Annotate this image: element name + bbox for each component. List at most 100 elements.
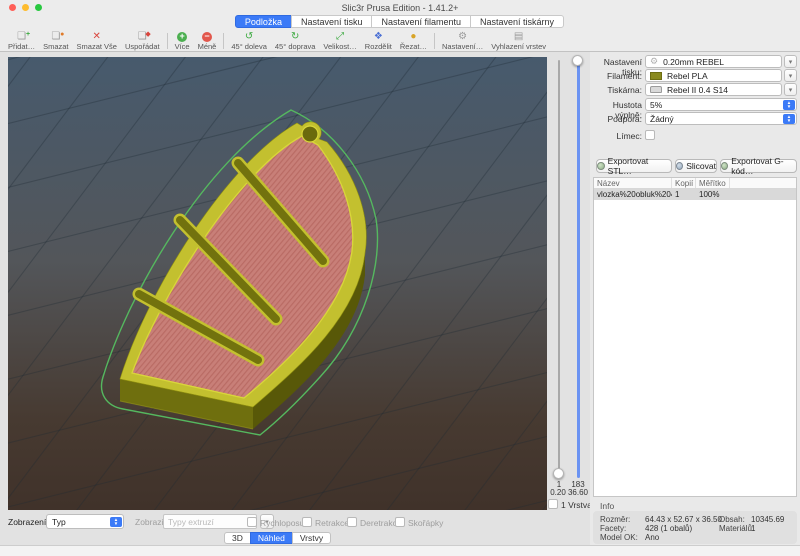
- tab-podlozka[interactable]: Podložka: [235, 15, 292, 28]
- settings-panel: Nastavení tisku: ⚙ 0.20mm REBEL ▾ Filame…: [590, 52, 800, 545]
- scale-button[interactable]: ⤢ Velikost…: [319, 31, 360, 51]
- toolbar-separator: [223, 33, 224, 49]
- filament-dropdown-button[interactable]: ▾: [784, 69, 797, 82]
- extrusion-types-input[interactable]: [163, 514, 257, 529]
- print-preset-icon: ⚙: [650, 56, 658, 67]
- unretractions-checkbox[interactable]: [347, 517, 357, 527]
- retractions-label: Retrakce: [315, 518, 349, 528]
- settings-icon: ⚙: [458, 31, 467, 42]
- volume-value: 10345.69: [751, 515, 784, 524]
- more-copies-button[interactable]: + Více: [171, 31, 194, 51]
- materials-value: 1: [751, 524, 755, 533]
- info-box: Rozměr: 64.43 x 52.67 x 36.50 Obsah: 103…: [593, 511, 797, 544]
- arrange-button[interactable]: ❏◆ Uspořádat: [121, 31, 164, 51]
- view-mode-tabs: 3D Náhled Vrstvy: [225, 532, 331, 544]
- dimensions-label: Rozměr:: [600, 515, 630, 524]
- chevron-down-icon: ▾: [789, 72, 793, 80]
- print-settings-value: 0.20mm REBEL: [663, 57, 724, 67]
- toolbar: ❏+ Přidat… ❏● Smazat ✕ Smazat Vše ❏◆ Usp…: [0, 30, 800, 52]
- facets-value: 428 (1 obalů): [645, 524, 692, 533]
- tab-nastaveni-tiskarny[interactable]: Nastavení tiskárny: [470, 15, 564, 28]
- tab-nastaveni-tisku[interactable]: Nastavení tisku: [291, 15, 373, 28]
- info-title: Info: [600, 501, 614, 511]
- filament-color-icon: [650, 72, 662, 80]
- single-layer-label: 1 Vrstva: [561, 500, 592, 510]
- printer-icon: [650, 86, 662, 93]
- support-select[interactable]: Žádný ▲▼: [645, 112, 797, 125]
- layer-slider-low-track[interactable]: [558, 60, 560, 478]
- window-bottom-strip: [0, 545, 800, 556]
- viewport-canvas[interactable]: [8, 57, 547, 510]
- delete-all-button[interactable]: ✕ Smazat Vše: [73, 31, 121, 51]
- fewer-copies-icon: −: [202, 31, 212, 42]
- layer-slider-low-thumb[interactable]: [553, 468, 564, 479]
- stepper-icon: ▲▼: [783, 100, 795, 110]
- stepper-icon: ▲▼: [783, 114, 795, 124]
- slice-icon: [676, 162, 683, 170]
- infill-select[interactable]: 5% ▲▼: [645, 98, 797, 111]
- model-ok-label: Model OK:: [600, 533, 638, 542]
- rotate-right-button[interactable]: ↻ 45° doprava: [271, 31, 320, 51]
- object-scale: 100%: [696, 189, 730, 200]
- export-stl-button[interactable]: Exportovat STL…: [596, 159, 672, 173]
- column-header-scale[interactable]: Měřítko: [696, 178, 730, 188]
- table-row[interactable]: vlozka%20obluk%204.stl 1 100%: [594, 189, 796, 200]
- model-notch: [302, 126, 318, 142]
- shells-checkbox[interactable]: [395, 517, 405, 527]
- layer-smoothing-button[interactable]: ▤ Vyhlazení vrstev: [487, 31, 550, 51]
- filament-combo[interactable]: Rebel PLA: [645, 69, 782, 82]
- app-window: Slic3r Prusa Edition - 1.41.2+ Podložka …: [0, 0, 800, 556]
- mode-tab-layers[interactable]: Vrstvy: [292, 532, 331, 544]
- add-button[interactable]: ❏+ Přidat…: [4, 31, 39, 51]
- arrange-icon: ❏◆: [138, 31, 147, 42]
- export-stl-icon: [597, 162, 605, 170]
- print-settings-combo[interactable]: ⚙ 0.20mm REBEL: [645, 55, 782, 68]
- printer-value: Rebel II 0.4 S14: [667, 85, 728, 95]
- layer-slider-high-thumb[interactable]: [572, 55, 583, 66]
- travel-checkbox[interactable]: [247, 517, 257, 527]
- printer-label: Tiskárna:: [590, 85, 642, 95]
- stepper-icon: ▲▼: [110, 517, 122, 527]
- split-icon: ❖: [374, 31, 383, 42]
- cut-button[interactable]: ● Řezat…: [396, 31, 431, 51]
- printer-combo[interactable]: Rebel II 0.4 S14: [645, 83, 782, 96]
- mode-tab-preview[interactable]: Náhled: [250, 532, 293, 544]
- infill-value: 5%: [650, 100, 662, 110]
- fewer-copies-button[interactable]: − Méně: [194, 31, 221, 51]
- scale-icon: ⤢: [336, 31, 344, 42]
- filament-value: Rebel PLA: [667, 71, 708, 81]
- object-copies: 1: [672, 189, 696, 200]
- brim-checkbox[interactable]: [645, 130, 655, 140]
- more-copies-icon: +: [177, 31, 187, 42]
- filament-label: Filament:: [590, 71, 642, 81]
- toolbar-separator: [167, 33, 168, 49]
- view-type-select[interactable]: Typ ▲▼: [46, 514, 124, 529]
- mode-tab-3d[interactable]: 3D: [224, 532, 251, 544]
- shells-label: Skořápky: [408, 518, 443, 528]
- rotate-left-button[interactable]: ↺ 45° doleva: [227, 31, 271, 51]
- facets-label: Facety:: [600, 524, 626, 533]
- single-layer-checkbox[interactable]: [548, 499, 558, 509]
- settings-button[interactable]: ⚙ Nastavení…: [438, 31, 487, 51]
- brim-label: Límec:: [590, 131, 642, 141]
- layer-slider-high-track[interactable]: [577, 60, 580, 478]
- export-gcode-button[interactable]: Exportovat G-kód…: [720, 159, 797, 173]
- tab-nastaveni-filamentu[interactable]: Nastavení filamentu: [371, 15, 471, 28]
- window-title: Slic3r Prusa Edition - 1.41.2+: [0, 3, 800, 13]
- print-settings-dropdown-button[interactable]: ▾: [784, 55, 797, 68]
- chevron-down-icon: ▾: [789, 58, 793, 66]
- export-gcode-icon: [721, 162, 728, 170]
- column-header-name[interactable]: Název: [594, 178, 672, 188]
- split-button[interactable]: ❖ Rozdělit: [361, 31, 396, 51]
- printer-dropdown-button[interactable]: ▾: [784, 83, 797, 96]
- title-bar: Slic3r Prusa Edition - 1.41.2+: [0, 0, 800, 15]
- column-header-copies[interactable]: Kopií: [672, 178, 696, 188]
- volume-label: Obsah:: [719, 515, 745, 524]
- main-tab-bar: Podložka Nastavení tisku Nastavení filam…: [0, 15, 800, 30]
- retractions-checkbox[interactable]: [302, 517, 312, 527]
- layer-smoothing-icon: ▤: [514, 31, 523, 42]
- cut-icon: ●: [410, 31, 416, 42]
- delete-button[interactable]: ❏● Smazat: [39, 31, 72, 51]
- toolbar-separator: [434, 33, 435, 49]
- slice-button[interactable]: Slicovat: [675, 159, 717, 173]
